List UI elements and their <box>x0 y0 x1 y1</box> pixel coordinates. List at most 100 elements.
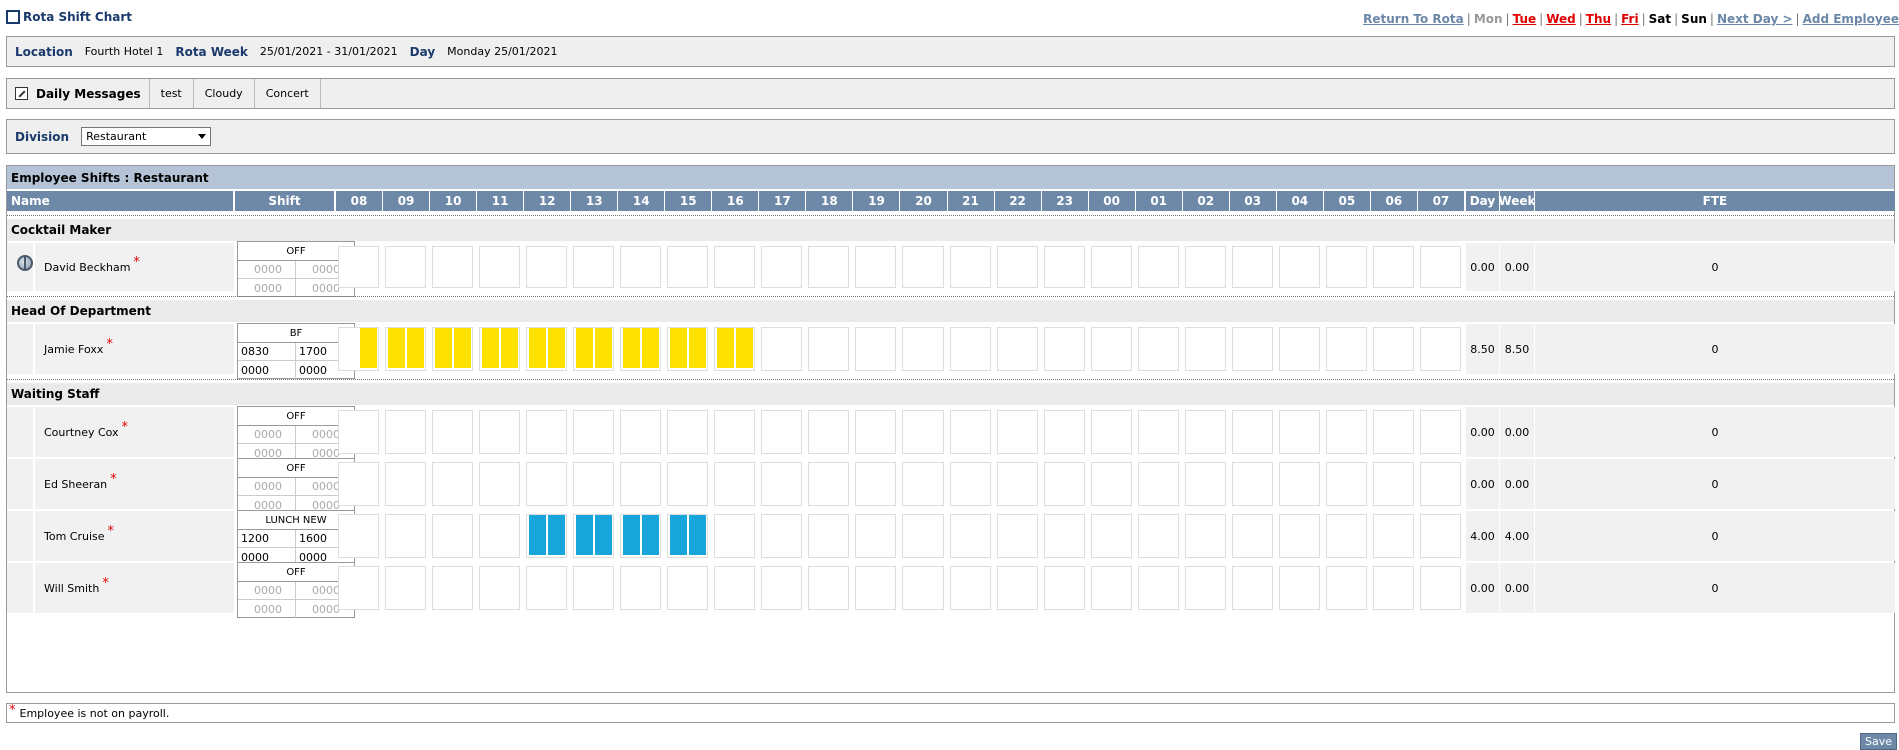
hour-slot[interactable] <box>1419 410 1461 454</box>
hour-slot[interactable] <box>855 514 897 558</box>
shift-block[interactable] <box>360 328 377 368</box>
daily-message-item[interactable]: test <box>150 79 194 108</box>
hour-slot[interactable] <box>385 566 427 610</box>
employee-name[interactable]: David Beckham * <box>44 243 140 291</box>
shift-block[interactable] <box>407 328 425 368</box>
hour-slot[interactable] <box>573 462 615 506</box>
hour-slot[interactable] <box>902 462 944 506</box>
hour-slot[interactable] <box>385 514 427 558</box>
hour-slot[interactable] <box>808 514 850 558</box>
shift-block[interactable] <box>529 515 547 555</box>
hour-slot[interactable] <box>1419 514 1461 558</box>
hour-slot[interactable] <box>761 566 803 610</box>
division-select[interactable]: Restaurant <box>81 127 212 146</box>
hour-slot[interactable] <box>1372 327 1414 371</box>
shift-block[interactable] <box>454 328 472 368</box>
hour-slot[interactable] <box>808 327 850 371</box>
hour-slot[interactable] <box>1419 566 1461 610</box>
shift-block[interactable] <box>595 328 613 368</box>
hour-slot[interactable] <box>949 410 991 454</box>
hour-slot[interactable] <box>1090 410 1132 454</box>
hour-slot[interactable] <box>1043 566 1085 610</box>
hour-slot[interactable] <box>432 246 474 288</box>
hour-slot[interactable] <box>996 246 1038 288</box>
hour-slot[interactable] <box>1184 462 1226 506</box>
hour-slot[interactable] <box>1043 327 1085 371</box>
hour-slot[interactable] <box>1137 462 1179 506</box>
hour-slot[interactable] <box>620 462 662 506</box>
shift-block[interactable] <box>388 328 406 368</box>
employee-name[interactable]: Ed Sheeran * <box>44 459 117 509</box>
hour-slot[interactable] <box>479 410 521 454</box>
hour-slot[interactable] <box>902 514 944 558</box>
hour-slot[interactable] <box>902 246 944 288</box>
hour-slot[interactable] <box>1090 566 1132 610</box>
hour-slot[interactable] <box>902 566 944 610</box>
employee-name[interactable]: Will Smith * <box>44 563 109 613</box>
hour-slot[interactable] <box>432 566 474 610</box>
nav-link-return-to-rota[interactable]: Return To Rota <box>1363 12 1464 26</box>
shift-select[interactable]: OFF <box>238 242 354 261</box>
hour-slot[interactable] <box>808 566 850 610</box>
shift-select[interactable]: OFF <box>238 407 354 426</box>
hour-slot[interactable] <box>526 566 568 610</box>
hour-slot[interactable] <box>714 462 756 506</box>
hour-slot[interactable] <box>385 462 427 506</box>
hour-slot[interactable] <box>1137 327 1179 371</box>
hour-slot[interactable] <box>573 246 615 288</box>
hour-slot[interactable] <box>949 514 991 558</box>
shift-block[interactable] <box>670 328 688 368</box>
hour-slot[interactable] <box>1231 566 1273 610</box>
hour-slot[interactable] <box>1043 246 1085 288</box>
hour-slot[interactable] <box>949 566 991 610</box>
hour-slot[interactable] <box>855 462 897 506</box>
hour-slot[interactable] <box>1231 410 1273 454</box>
hour-slot[interactable] <box>1137 410 1179 454</box>
hour-slot[interactable] <box>1090 327 1132 371</box>
hour-slot[interactable] <box>1090 462 1132 506</box>
hour-slot[interactable] <box>1372 246 1414 288</box>
employee-name[interactable]: Courtney Cox * <box>44 407 128 457</box>
hour-slot[interactable] <box>667 410 709 454</box>
hour-slot[interactable] <box>479 246 521 288</box>
shift-select[interactable]: OFF <box>238 563 354 582</box>
hour-slot[interactable] <box>1231 246 1273 288</box>
hour-slot[interactable] <box>1372 410 1414 454</box>
hour-slot[interactable] <box>1278 246 1320 288</box>
hour-slot[interactable] <box>526 246 568 288</box>
hour-slot[interactable] <box>761 462 803 506</box>
shift-block[interactable] <box>717 328 735 368</box>
shift-block[interactable] <box>501 328 519 368</box>
hour-slot[interactable] <box>338 514 380 558</box>
shift-block[interactable] <box>435 328 453 368</box>
nav-link-add-employee[interactable]: Add Employee <box>1803 12 1899 26</box>
hour-slot[interactable] <box>526 462 568 506</box>
hour-slot[interactable] <box>620 410 662 454</box>
hour-slot[interactable] <box>714 566 756 610</box>
shift-block[interactable] <box>529 328 547 368</box>
shift-start-input[interactable]: 0000 <box>238 361 296 379</box>
hour-slot[interactable] <box>667 246 709 288</box>
employee-name[interactable]: Tom Cruise * <box>44 511 114 561</box>
shift-block[interactable] <box>623 328 641 368</box>
shift-block[interactable] <box>642 515 660 555</box>
hour-slot[interactable] <box>1419 327 1461 371</box>
shift-block[interactable] <box>736 328 754 368</box>
hour-slot[interactable] <box>479 462 521 506</box>
hour-slot[interactable] <box>1184 327 1226 371</box>
hour-slot[interactable] <box>996 566 1038 610</box>
hour-slot[interactable] <box>808 246 850 288</box>
hour-slot[interactable] <box>573 566 615 610</box>
hour-slot[interactable] <box>902 327 944 371</box>
hour-slot[interactable] <box>1184 514 1226 558</box>
hour-slot[interactable] <box>1043 514 1085 558</box>
save-button[interactable]: Save <box>1860 733 1897 750</box>
hour-slot[interactable] <box>714 514 756 558</box>
hour-slot[interactable] <box>432 514 474 558</box>
hour-slot[interactable] <box>1137 514 1179 558</box>
hour-slot[interactable] <box>1372 566 1414 610</box>
hour-slot[interactable] <box>949 462 991 506</box>
shift-start-input[interactable]: 0830 <box>238 343 296 360</box>
hour-slot[interactable] <box>1278 514 1320 558</box>
hour-slot[interactable] <box>1372 462 1414 506</box>
